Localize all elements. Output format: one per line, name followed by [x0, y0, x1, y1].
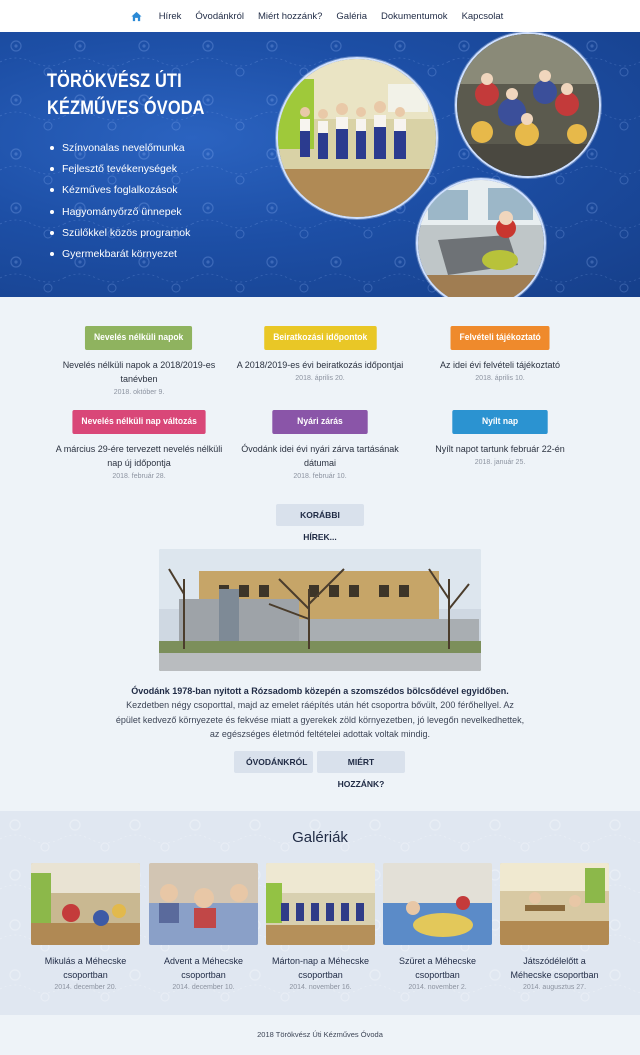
gallery-item-title: Advent a Méhecske csoportban	[163, 956, 244, 980]
news-description: Óvodánk idei évi nyári zárva tartásának …	[241, 444, 399, 468]
news-date: 2018. január 25.	[474, 459, 526, 466]
gallery-item-date: 2014. december 10.	[172, 984, 235, 991]
home-icon[interactable]	[130, 9, 144, 23]
news-tag[interactable]: Nyári zárás	[272, 410, 368, 434]
bullet-icon	[50, 230, 54, 235]
nav-item-miert-hozzank[interactable]: Miért hozzánk?	[251, 11, 329, 22]
gallery-thumbnail[interactable]	[149, 863, 258, 945]
news-date: 2018. október 9.	[113, 389, 165, 396]
news-description: A március 29-ére tervezett nevelés nélkü…	[55, 444, 223, 468]
feature-item: Gyermekbarát környezet	[50, 243, 190, 264]
news-tag[interactable]: Nyílt nap	[452, 410, 548, 434]
news-description: Nyílt napot tartunk február 22-én	[435, 444, 565, 454]
news-card[interactable]: Nevelés nélküli napok Nevelés nélküli na…	[49, 325, 229, 396]
about-text: Óvodánk 1978-ban nyitott a Rózsadomb köz…	[110, 684, 530, 742]
news-date: 2018. április 10.	[475, 375, 525, 382]
gallery-thumbnail[interactable]	[500, 863, 609, 945]
news-card[interactable]: Nyílt nap Nyílt napot tartunk február 22…	[410, 409, 590, 466]
feature-list: Színvonalas nevelőmunka Fejlesztő tevéke…	[50, 137, 190, 265]
title-line-2: KÉZMŰVES ÓVODA	[47, 98, 205, 119]
gallery-thumbnail[interactable]	[31, 863, 140, 945]
nav-item-galeria[interactable]: Galéria	[329, 11, 374, 22]
feature-item: Színvonalas nevelőmunka	[50, 137, 190, 158]
news-tag[interactable]: Nevelés nélküli napok	[85, 326, 193, 350]
news-tag[interactable]: Beiratkozási időpontok	[263, 326, 377, 350]
news-card[interactable]: Nevelés nélküli nap változás A március 2…	[49, 409, 229, 480]
feature-item: Szülőkkel közös programok	[50, 222, 190, 243]
gallery-section: Galériák Mikulás a Méhecske csoportban 20…	[0, 811, 640, 1015]
gallery-thumbnail[interactable]	[383, 863, 492, 945]
news-date: 2018. február 10.	[293, 473, 347, 480]
older-news-button[interactable]: KORÁBBI HÍREK...	[276, 504, 364, 542]
school-building-photo	[159, 549, 481, 671]
about-lead: Óvodánk 1978-ban nyitott a Rózsadomb köz…	[131, 686, 509, 696]
hero-photo-group	[455, 32, 601, 178]
news-tag[interactable]: Nevelés nélküli nap változás	[72, 410, 206, 434]
news-card[interactable]: Beiratkozási időpontok A 2018/2019-es év…	[230, 325, 410, 382]
gallery-item-title: Szüret a Méhecske csoportban	[398, 956, 477, 980]
gallery-item-title: Mikulás a Méhecske csoportban	[44, 956, 127, 980]
gallery-item-title: Márton-nap a Méhecske csoportban	[271, 956, 370, 980]
news-card[interactable]: Felvételi tájékoztató Az idei évi felvét…	[410, 325, 590, 382]
news-card[interactable]: Nyári zárás Óvodánk idei évi nyári zárva…	[230, 409, 410, 480]
bullet-icon	[50, 166, 54, 171]
gallery-item-date: 2014. november 16.	[289, 984, 352, 991]
gallery-item[interactable]: Advent a Méhecske csoportban 2014. decemb…	[149, 863, 258, 991]
nav-item-hirek[interactable]: Hírek	[152, 11, 189, 22]
nav-item-ovodankrol[interactable]: Óvodánkról	[188, 11, 251, 22]
hero-photo-apple-press	[416, 178, 546, 297]
feature-item: Hagyományőrző ünnepek	[50, 201, 190, 222]
page-title: TÖRÖKVÉSZ ÚTI KÉZMŰVES ÓVODA	[47, 68, 253, 122]
hero-banner: TÖRÖKVÉSZ ÚTI KÉZMŰVES ÓVODA Színvonalas…	[0, 32, 640, 297]
about-line: Kezdetben négy csoporttal, majd az emele…	[126, 700, 514, 711]
bullet-icon	[50, 252, 54, 257]
gallery-thumbnail[interactable]	[266, 863, 375, 945]
gallery-item-title: Játszódélelőtt a Méhecske csoportban	[510, 956, 599, 980]
gallery-item-date: 2014. november 2.	[408, 984, 467, 991]
bullet-icon	[50, 188, 54, 193]
news-section: Nevelés nélküli napok Nevelés nélküli na…	[0, 297, 640, 542]
gallery-item[interactable]: Játszódélelőtt a Méhecske csoportban 2014…	[500, 863, 609, 991]
why-us-button[interactable]: MIÉRT HOZZÁNK?	[317, 751, 405, 789]
about-line: az egészséges életmód feltételei adottak…	[209, 729, 431, 740]
news-description: A 2018/2019-es évi beiratkozás időpontja…	[236, 360, 404, 370]
news-date: 2018. február 28.	[112, 473, 166, 480]
title-line-1: TÖRÖKVÉSZ ÚTI	[47, 71, 182, 92]
gallery-item[interactable]: Szüret a Méhecske csoportban 2014. novemb…	[383, 863, 492, 991]
gallery-item[interactable]: Márton-nap a Méhecske csoportban 2014. no…	[266, 863, 375, 991]
gallery-item-date: 2014. december 20.	[54, 984, 117, 991]
footer-copyright: 2018 Törökvész Úti Kézműves Óvoda	[0, 1015, 640, 1055]
bullet-icon	[50, 209, 54, 214]
news-tag[interactable]: Felvételi tájékoztató	[450, 326, 550, 350]
news-description: Nevelés nélküli napok a 2018/2019-es tan…	[62, 360, 216, 384]
gallery-title: Galériák	[292, 829, 348, 846]
gallery-item[interactable]: Mikulás a Méhecske csoportban 2014. decem…	[31, 863, 140, 991]
nav-item-dokumentumok[interactable]: Dokumentumok	[374, 11, 455, 22]
feature-item: Kézműves foglalkozások	[50, 180, 190, 201]
news-date: 2018. április 20.	[295, 375, 345, 382]
gallery-item-date: 2014. augusztus 27.	[522, 984, 587, 991]
bullet-icon	[50, 145, 54, 150]
hero-photo-classroom	[276, 57, 438, 219]
about-line: épület kedvező környezete és fekvése mia…	[115, 714, 525, 725]
feature-item: Fejlesztő tevékenységek	[50, 158, 190, 179]
about-us-button[interactable]: ÓVODÁNKRÓL	[234, 751, 313, 773]
news-description: Az idei évi felvételi tájékoztató	[439, 360, 561, 370]
top-navigation: Hírek Óvodánkról Miért hozzánk? Galéria …	[0, 0, 640, 32]
nav-item-kapcsolat[interactable]: Kapcsolat	[455, 11, 511, 22]
